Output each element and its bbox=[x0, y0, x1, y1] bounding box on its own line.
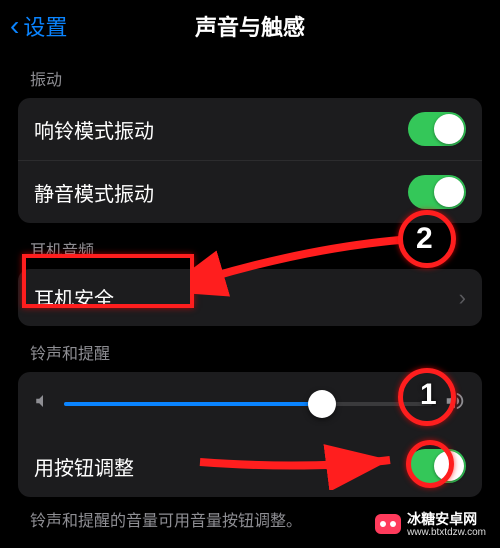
row-label: 静音模式振动 bbox=[34, 178, 154, 207]
back-label: 设置 bbox=[23, 10, 67, 42]
row-vibrate-on-ring[interactable]: 响铃模式振动 bbox=[18, 98, 482, 160]
watermark-logo-icon bbox=[375, 514, 401, 534]
row-vibrate-on-silent[interactable]: 静音模式振动 bbox=[18, 160, 482, 223]
chevron-right-icon: › bbox=[459, 285, 466, 311]
volume-slider[interactable] bbox=[64, 402, 432, 406]
row-volume-slider[interactable] bbox=[18, 372, 482, 435]
switch-vibrate-on-ring[interactable] bbox=[408, 112, 466, 146]
slider-thumb[interactable] bbox=[308, 390, 336, 418]
back-button[interactable]: ‹ 设置 bbox=[10, 10, 67, 42]
switch-vibrate-on-silent[interactable] bbox=[408, 175, 466, 209]
section-header-vibration: 振动 bbox=[0, 52, 500, 98]
volume-low-icon bbox=[34, 392, 52, 415]
switch-change-with-buttons[interactable] bbox=[408, 449, 466, 483]
section-header-headphone: 耳机音频 bbox=[0, 223, 500, 269]
nav-bar: ‹ 设置 声音与触感 bbox=[0, 0, 500, 52]
section-header-ringer: 铃声和提醒 bbox=[0, 326, 500, 372]
page-title: 声音与触感 bbox=[0, 10, 500, 42]
row-label: 用按钮调整 bbox=[34, 452, 134, 481]
row-label: 响铃模式振动 bbox=[34, 115, 154, 144]
group-ringer: 用按钮调整 bbox=[18, 372, 482, 497]
chevron-left-icon: ‹ bbox=[10, 12, 19, 40]
row-headphone-safety[interactable]: 耳机安全 › bbox=[18, 269, 482, 326]
group-vibration: 响铃模式振动 静音模式振动 bbox=[18, 98, 482, 223]
row-change-with-buttons[interactable]: 用按钮调整 bbox=[18, 435, 482, 497]
watermark: 冰糖安卓网 www.btxtdzw.com bbox=[367, 505, 494, 542]
volume-high-icon bbox=[444, 390, 466, 417]
watermark-url: www.btxtdzw.com bbox=[407, 527, 486, 538]
group-headphone: 耳机安全 › bbox=[18, 269, 482, 326]
watermark-brand: 冰糖安卓网 bbox=[407, 509, 486, 529]
row-label: 耳机安全 bbox=[34, 283, 114, 312]
